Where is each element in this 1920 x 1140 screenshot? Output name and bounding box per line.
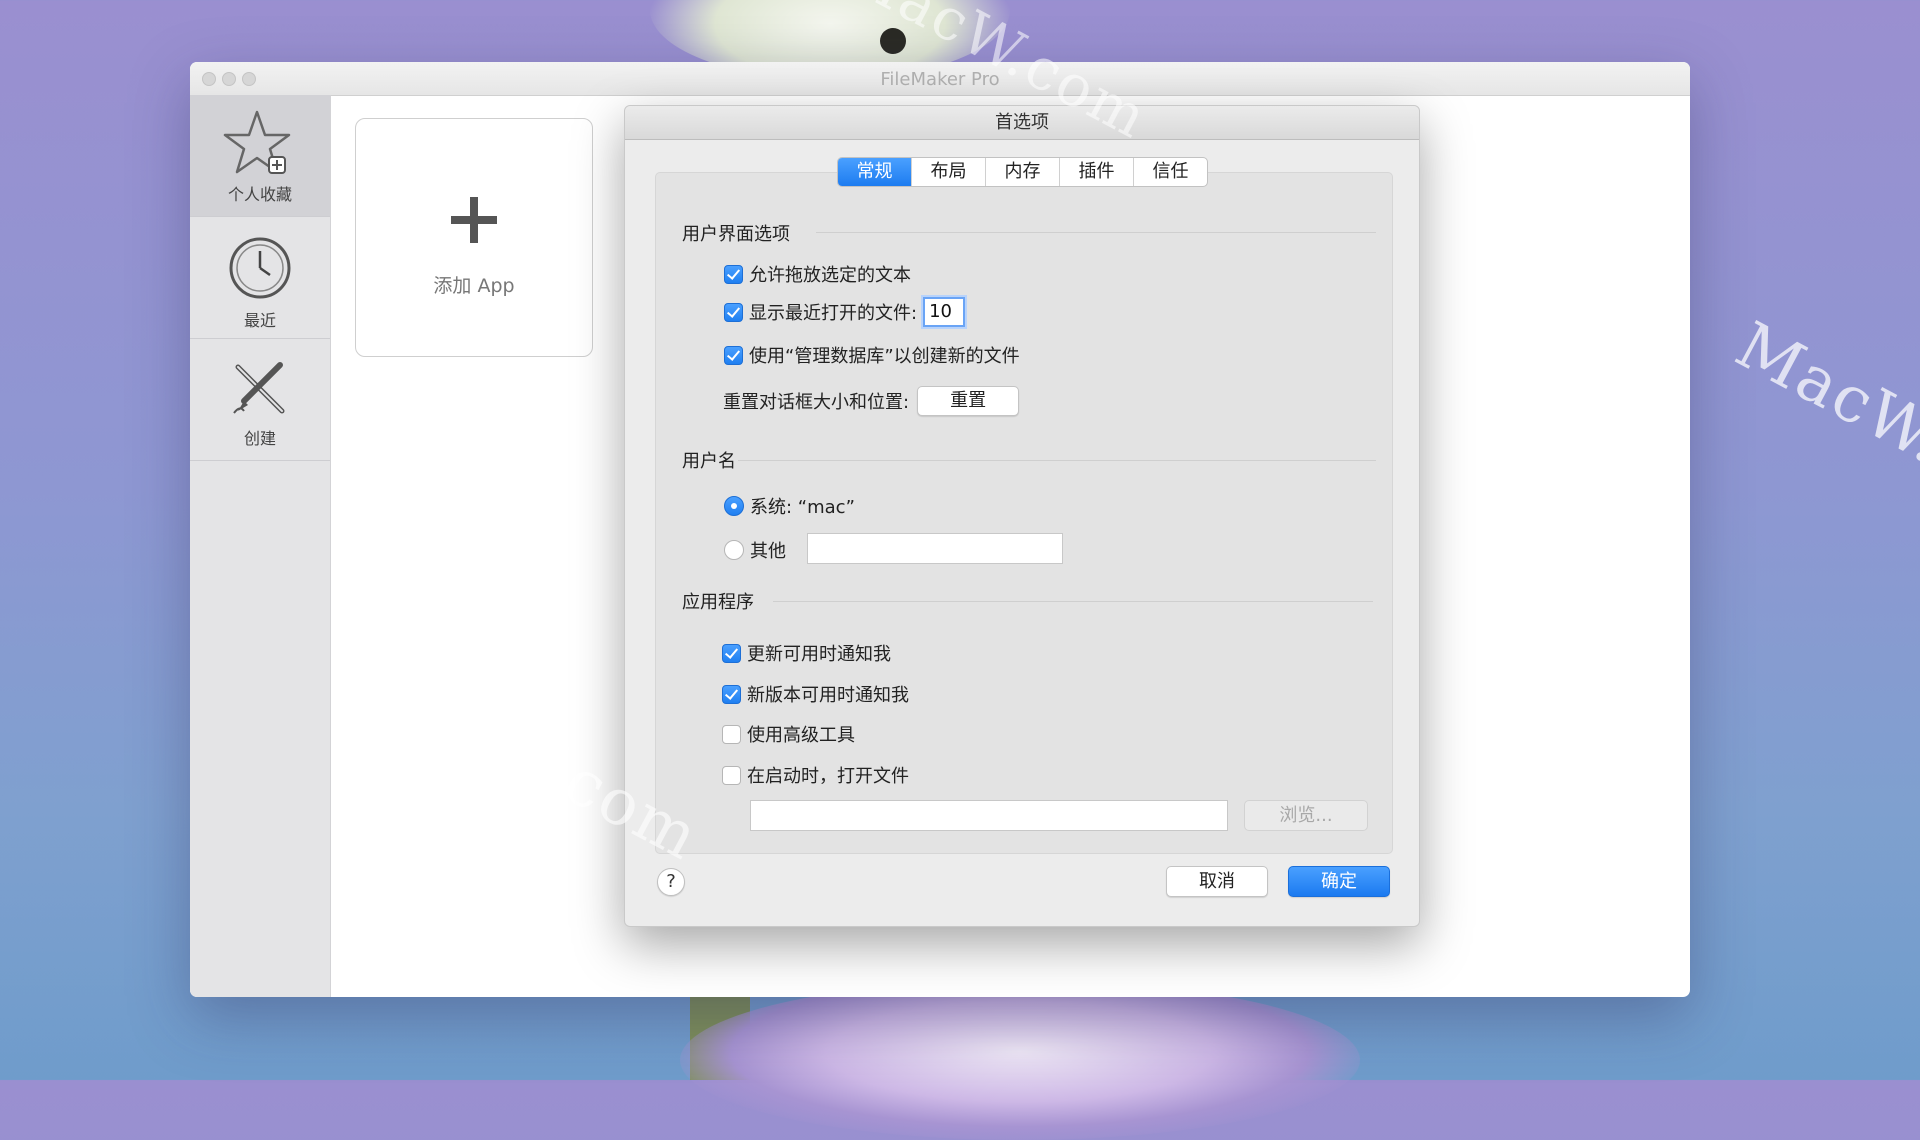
clock-icon bbox=[229, 237, 291, 299]
open-on-launch-label: 在启动时，打开文件 bbox=[747, 766, 909, 787]
open-on-launch-checkbox[interactable] bbox=[722, 765, 741, 785]
username-other-input[interactable] bbox=[807, 533, 1063, 564]
window-titlebar: FileMaker Pro bbox=[190, 62, 1690, 96]
preferences-dialog: 首选项 常规 布局 内存 插件 信任 用户界面选项 允许拖放选定的文本 显示最近… bbox=[624, 105, 1420, 927]
username-other-row: 其他 bbox=[724, 537, 786, 563]
startup-file-path-input[interactable] bbox=[750, 800, 1228, 831]
allow-drag-drop-checkbox[interactable] bbox=[724, 264, 743, 284]
advanced-tools-row: 使用高级工具 bbox=[722, 721, 855, 747]
use-manage-db-checkbox[interactable] bbox=[724, 345, 743, 365]
sidebar-item-favorites[interactable]: 个人收藏 bbox=[190, 95, 330, 216]
cancel-button[interactable]: 取消 bbox=[1166, 866, 1268, 897]
show-recent-label: 显示最近打开的文件: bbox=[749, 303, 918, 324]
add-app-card[interactable]: 添加 App bbox=[355, 118, 593, 357]
ok-button[interactable]: 确定 bbox=[1288, 866, 1390, 897]
reset-dialog-label: 重置对话框大小和位置: bbox=[723, 392, 910, 413]
notify-updates-label: 更新可用时通知我 bbox=[747, 644, 891, 665]
section-title-application: 应用程序 bbox=[682, 592, 754, 613]
use-manage-db-label: 使用“管理数据库”以创建新的文件 bbox=[749, 346, 1020, 367]
username-system-row: 系统: “mac” bbox=[724, 493, 855, 519]
dialog-title: 首选项 bbox=[625, 106, 1419, 140]
section-divider bbox=[816, 232, 1376, 233]
username-system-radio[interactable] bbox=[724, 496, 744, 516]
use-manage-db-row: 使用“管理数据库”以创建新的文件 bbox=[724, 342, 1020, 368]
preferences-tabs: 常规 布局 内存 插件 信任 bbox=[837, 157, 1208, 187]
pencil-ruler-icon bbox=[233, 362, 285, 414]
flower-photo-bottom bbox=[680, 980, 1360, 1140]
show-recent-row: 显示最近打开的文件: 10 bbox=[724, 297, 966, 327]
username-other-radio[interactable] bbox=[724, 540, 744, 560]
notify-new-version-checkbox[interactable] bbox=[722, 684, 741, 704]
username-system-label: 系统: “mac” bbox=[750, 497, 855, 518]
username-other-label: 其他 bbox=[750, 541, 786, 562]
tab-plugins[interactable]: 插件 bbox=[1060, 158, 1134, 186]
general-panel: 用户界面选项 允许拖放选定的文本 显示最近打开的文件: 10 使用“管理数据库”… bbox=[655, 172, 1393, 854]
notify-updates-row: 更新可用时通知我 bbox=[722, 640, 891, 666]
notify-updates-checkbox[interactable] bbox=[722, 643, 741, 663]
advanced-tools-label: 使用高级工具 bbox=[747, 725, 855, 746]
section-divider bbox=[773, 601, 1373, 602]
show-recent-checkbox[interactable] bbox=[724, 302, 743, 322]
sidebar-divider bbox=[190, 460, 330, 461]
sidebar-item-label: 个人收藏 bbox=[227, 185, 292, 204]
sidebar-item-label: 最近 bbox=[243, 311, 276, 330]
sidebar: 个人收藏 最近 创建 bbox=[190, 95, 331, 997]
add-app-label: 添加 App bbox=[433, 275, 515, 297]
section-title-username: 用户名 bbox=[682, 451, 736, 472]
section-divider bbox=[738, 460, 1376, 461]
section-title-ui-options: 用户界面选项 bbox=[682, 224, 790, 245]
reset-dialog-row: 重置对话框大小和位置: 重置 bbox=[723, 386, 1020, 416]
recent-files-count-input[interactable]: 10 bbox=[923, 297, 966, 327]
allow-drag-drop-label: 允许拖放选定的文本 bbox=[749, 265, 911, 286]
sidebar-item-recent[interactable]: 最近 bbox=[190, 217, 330, 338]
notify-new-version-row: 新版本可用时通知我 bbox=[722, 681, 909, 707]
notify-new-version-label: 新版本可用时通知我 bbox=[747, 685, 909, 706]
sidebar-item-create[interactable]: 创建 bbox=[190, 339, 330, 460]
plus-icon bbox=[451, 197, 497, 243]
allow-drag-drop-row: 允许拖放选定的文本 bbox=[724, 261, 911, 287]
tab-memory[interactable]: 内存 bbox=[986, 158, 1060, 186]
watermark-text: MacW.com bbox=[1724, 308, 1920, 546]
tab-general[interactable]: 常规 bbox=[838, 158, 912, 186]
star-add-icon bbox=[223, 110, 291, 174]
window-title: FileMaker Pro bbox=[880, 69, 1000, 90]
tab-layout[interactable]: 布局 bbox=[912, 158, 986, 186]
advanced-tools-checkbox[interactable] bbox=[722, 724, 741, 744]
reset-button[interactable]: 重置 bbox=[917, 386, 1020, 416]
tab-trust[interactable]: 信任 bbox=[1134, 158, 1207, 186]
open-on-launch-row: 在启动时，打开文件 bbox=[722, 762, 909, 788]
browse-button[interactable]: 浏览... bbox=[1244, 800, 1368, 831]
sidebar-item-label: 创建 bbox=[243, 429, 276, 448]
